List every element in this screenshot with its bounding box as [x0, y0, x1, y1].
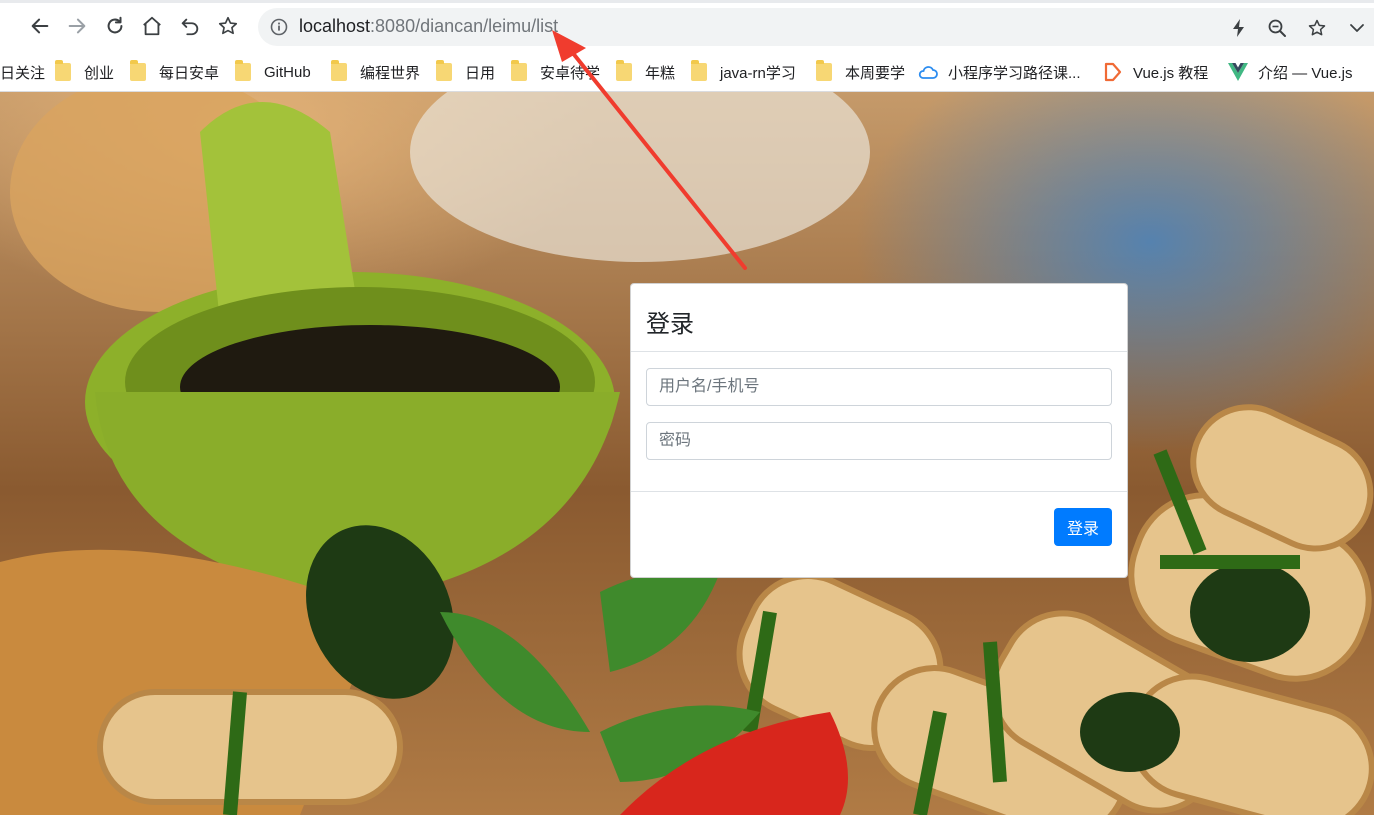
folder-icon: [130, 60, 146, 81]
bookmark-label: GitHub: [264, 63, 311, 81]
bookmark-label: 年糕: [645, 64, 676, 82]
vue-icon: [1228, 62, 1248, 82]
folder-icon: [235, 60, 251, 81]
page-background: 登录 登录: [0, 92, 1374, 815]
login-title: 登录: [646, 311, 694, 338]
bookmarks-bar: 日关注 创业 每日安卓 GitHub 编程世界 日用 安卓待学 年糕 java-…: [0, 52, 1374, 92]
home-button[interactable]: [136, 10, 168, 42]
login-card-body: [631, 352, 1127, 492]
bookmark-label: 创业: [84, 64, 115, 82]
bookmark-item[interactable]: 安卓待学: [511, 60, 601, 83]
folder-icon: [691, 60, 707, 81]
reload-icon: [107, 16, 123, 34]
chevron-down-icon: [1350, 24, 1364, 32]
bookmark-item[interactable]: 介绍 — Vue.js: [1228, 61, 1352, 83]
bookmark-label: 日关注: [0, 64, 46, 82]
bookmark-item[interactable]: 年糕: [616, 60, 676, 83]
folder-icon: [816, 60, 832, 81]
zoom-icon: [1268, 19, 1286, 37]
cloud-icon: [918, 62, 938, 82]
browser-toolbar: localhost:8080/diancan/leimu/list: [0, 0, 1374, 52]
bookmark-label: 日用: [465, 64, 496, 82]
bookmark-item[interactable]: Vue.js 教程: [1103, 61, 1208, 83]
bookmark-item[interactable]: 本周要学: [816, 60, 906, 83]
runoob-icon: [1103, 62, 1123, 82]
bookmark-label: 本周要学: [845, 64, 906, 82]
undo-icon: [181, 18, 199, 36]
bookmark-label: 安卓待学: [540, 64, 601, 82]
password-input[interactable]: [646, 422, 1112, 460]
favorite-button[interactable]: [1306, 17, 1328, 39]
bookmark-item[interactable]: 日关注: [0, 61, 45, 83]
bookmark-label: 编程世界: [360, 64, 421, 82]
zoom-button[interactable]: [1266, 17, 1288, 39]
info-icon[interactable]: [270, 18, 288, 36]
login-card: 登录 登录: [630, 283, 1128, 578]
bookmark-label: java-rn学习: [720, 64, 796, 82]
login-button[interactable]: 登录: [1054, 508, 1112, 546]
folder-icon: [55, 60, 71, 81]
star-icon: [1308, 19, 1326, 36]
folder-icon: [616, 60, 632, 81]
lightning-icon: [1233, 19, 1244, 37]
arrow-right-icon: [68, 18, 86, 34]
url-path: :8080/diancan/leimu/list: [370, 16, 559, 36]
star-icon: [218, 16, 238, 35]
bookmark-item[interactable]: java-rn学习: [691, 60, 796, 83]
undo-button[interactable]: [174, 10, 206, 42]
back-button[interactable]: [24, 10, 56, 42]
bookmark-page-button[interactable]: [212, 10, 244, 42]
home-icon: [143, 16, 161, 36]
folder-icon: [436, 60, 452, 81]
forward-button[interactable]: [61, 10, 93, 42]
url-text[interactable]: localhost:8080/diancan/leimu/list: [299, 16, 558, 37]
username-input[interactable]: [646, 368, 1112, 406]
tab-strip-edge: [0, 0, 1374, 3]
reload-button[interactable]: [99, 10, 131, 42]
bookmark-item[interactable]: GitHub: [235, 60, 311, 83]
bookmark-item[interactable]: 日用: [436, 60, 496, 83]
bookmark-item[interactable]: 创业: [55, 60, 115, 83]
folder-icon: [331, 60, 347, 81]
login-card-header: 登录: [631, 284, 1127, 352]
login-card-footer: 登录: [631, 492, 1127, 577]
bookmark-label: 小程序学习路径课...: [948, 64, 1081, 82]
address-bar[interactable]: localhost:8080/diancan/leimu/list: [258, 8, 1374, 46]
arrow-left-icon: [31, 18, 49, 34]
menu-button[interactable]: [1346, 17, 1368, 39]
url-host: localhost: [299, 16, 371, 36]
bookmark-item[interactable]: 每日安卓: [130, 60, 220, 83]
bookmark-label: Vue.js 教程: [1133, 64, 1209, 82]
bookmark-item[interactable]: 编程世界: [331, 60, 421, 83]
bookmark-label: 介绍 — Vue.js: [1258, 64, 1353, 82]
lightning-button[interactable]: [1228, 17, 1250, 39]
folder-icon: [511, 60, 527, 81]
bookmark-label: 每日安卓: [159, 64, 220, 82]
bookmark-item[interactable]: 小程序学习路径课...: [918, 61, 1081, 83]
